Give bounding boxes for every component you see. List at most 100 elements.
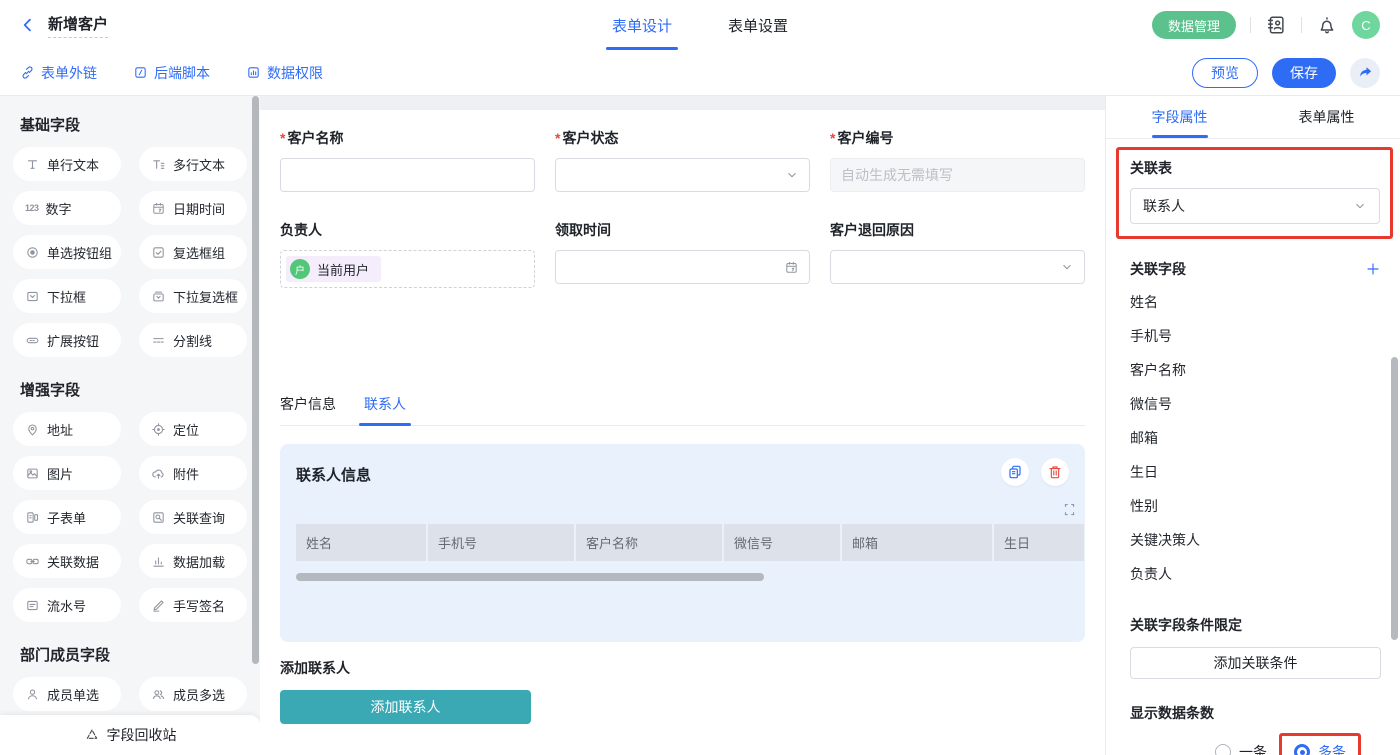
field-type-signature[interactable]: 手写签名 [139,588,247,622]
field-type-datetime[interactable]: 日期时间 [139,191,247,225]
share-button[interactable] [1350,58,1380,88]
column-header[interactable]: 微信号 [724,524,840,561]
tab-form-design[interactable]: 表单设计 [612,0,672,50]
customer-status-select[interactable] [555,158,810,192]
form-external-link[interactable]: 表单外链 [20,63,97,83]
avatar[interactable]: C [1352,11,1380,39]
column-header[interactable]: 邮箱 [842,524,992,561]
annotation-box-related-table: 关联表 联系人 [1116,147,1393,239]
enhanced-fields-grid: 地址 定位 图片 附件 子表单 关联查询 关联数据 数据加载 流水号 手写签名 [13,412,247,622]
content: 基础字段 单行文本 多行文本 123数字 日期时间 单选按钮组 复选框组 下拉框… [0,96,1400,755]
page-scrollbar[interactable] [1391,357,1398,640]
radio-option-multi[interactable]: 多条 [1294,742,1346,755]
related-field-item[interactable]: 手机号 [1130,319,1381,353]
related-table-select[interactable]: 联系人 [1130,188,1380,224]
data-permission-link[interactable]: 数据权限 [246,63,323,83]
page-title[interactable]: 新增客户 [48,13,108,38]
field-type-divider[interactable]: 分割线 [139,323,247,357]
field-type-data-load[interactable]: 数据加载 [139,544,247,578]
signature-icon [151,598,166,613]
save-button[interactable]: 保存 [1272,58,1336,88]
field-type-locate[interactable]: 定位 [139,412,247,446]
trash-icon [1047,464,1063,480]
notification-bell-icon[interactable] [1316,14,1338,36]
field-type-single-text[interactable]: 单行文本 [13,147,121,181]
preview-button[interactable]: 预览 [1192,58,1258,88]
owner-field[interactable]: 户 当前用户 [280,250,535,288]
field-type-address[interactable]: 地址 [13,412,121,446]
field-type-member-single[interactable]: 成员单选 [13,677,121,711]
customer-no-input-field [841,167,1074,183]
field-customer-name: *客户名称 [280,128,535,192]
divider-icon [151,333,166,348]
tab-field-properties[interactable]: 字段属性 [1106,96,1253,138]
copy-icon [1007,464,1023,480]
contact-subform-panel[interactable]: 联系人信息 姓名 手机号 客户名称 微信号 邮箱 生日 [280,444,1085,642]
data-manage-button[interactable]: 数据管理 [1152,11,1236,39]
field-type-attachment[interactable]: 附件 [139,456,247,490]
customer-name-input[interactable] [280,158,535,192]
field-type-checkbox-group[interactable]: 复选框组 [139,235,247,269]
field-type-image[interactable]: 图片 [13,456,121,490]
field-type-multi-select[interactable]: 下拉复选框 [139,279,247,313]
radio-option-single[interactable]: 一条 [1215,742,1267,755]
claim-time-datepicker[interactable] [555,250,810,284]
form-canvas-area: *客户名称 *客户状态 *客户编号 负责人 [260,96,1105,755]
column-header[interactable]: 生日 [994,524,1084,561]
column-header[interactable]: 客户名称 [576,524,722,561]
column-header[interactable]: 姓名 [296,524,426,561]
divider [1301,17,1302,33]
delete-button[interactable] [1041,458,1069,486]
related-field-item[interactable]: 微信号 [1130,387,1381,421]
number-icon: 123 [25,203,39,213]
related-field-item[interactable]: 性别 [1130,489,1381,523]
related-field-item[interactable]: 生日 [1130,455,1381,489]
return-reason-select[interactable] [830,250,1085,284]
section-title-basic: 基础字段 [20,114,247,135]
field-claim-time: 领取时间 [555,220,810,288]
field-type-serial[interactable]: 流水号 [13,588,121,622]
field-type-related-query[interactable]: 关联查询 [139,500,247,534]
detail-tabs: 客户信息 联系人 [280,394,1085,426]
tab-customer-info[interactable]: 客户信息 [280,394,336,425]
add-field-plus-icon[interactable] [1365,261,1381,277]
annotation-box-multi: 多条 [1279,733,1361,755]
field-type-select[interactable]: 下拉框 [13,279,121,313]
field-customer-status: *客户状态 [555,128,810,192]
add-condition-button[interactable]: 添加关联条件 [1130,647,1381,679]
field-type-subform[interactable]: 子表单 [13,500,121,534]
field-type-radio-group[interactable]: 单选按钮组 [13,235,121,269]
related-field-item[interactable]: 负责人 [1130,557,1381,591]
header: 新增客户 表单设计 表单设置 数据管理 C [0,0,1400,50]
perm-icon-label: 数据权限 [267,63,323,83]
contacts-book-icon[interactable] [1265,14,1287,36]
link-icon-label: 表单外链 [41,63,97,83]
select-icon [25,289,40,304]
related-field-item[interactable]: 客户名称 [1130,353,1381,387]
recycle-icon [84,727,100,743]
required-mark: * [280,130,285,146]
field-type-related-data[interactable]: 关联数据 [13,544,121,578]
backend-script-link[interactable]: 后端脚本 [133,63,210,83]
tab-form-settings[interactable]: 表单设置 [728,0,788,50]
field-type-extend-button[interactable]: 扩展按钮 [13,323,121,357]
copy-button[interactable] [1001,458,1029,486]
related-field-item[interactable]: 姓名 [1130,285,1381,319]
properties-tabs: 字段属性 表单属性 [1106,96,1400,139]
field-type-member-multi[interactable]: 成员多选 [139,677,247,711]
tab-form-properties[interactable]: 表单属性 [1253,96,1400,138]
back-icon[interactable] [20,17,36,33]
field-recycle-bin[interactable]: 字段回收站 [0,715,260,755]
member-multi-icon [151,687,166,702]
sidebar-scrollbar[interactable] [252,96,259,664]
related-field-item[interactable]: 邮箱 [1130,421,1381,455]
related-field-item[interactable]: 关键决策人 [1130,523,1381,557]
tab-contacts[interactable]: 联系人 [364,394,406,425]
add-contact-button[interactable]: 添加联系人 [280,690,531,724]
radio-group-icon [25,245,40,260]
customer-no-input[interactable] [830,158,1085,192]
column-header[interactable]: 手机号 [428,524,574,561]
field-type-multi-text[interactable]: 多行文本 [139,147,247,181]
field-type-number[interactable]: 123数字 [13,191,121,225]
subform-horizontal-scrollbar[interactable] [296,573,764,581]
